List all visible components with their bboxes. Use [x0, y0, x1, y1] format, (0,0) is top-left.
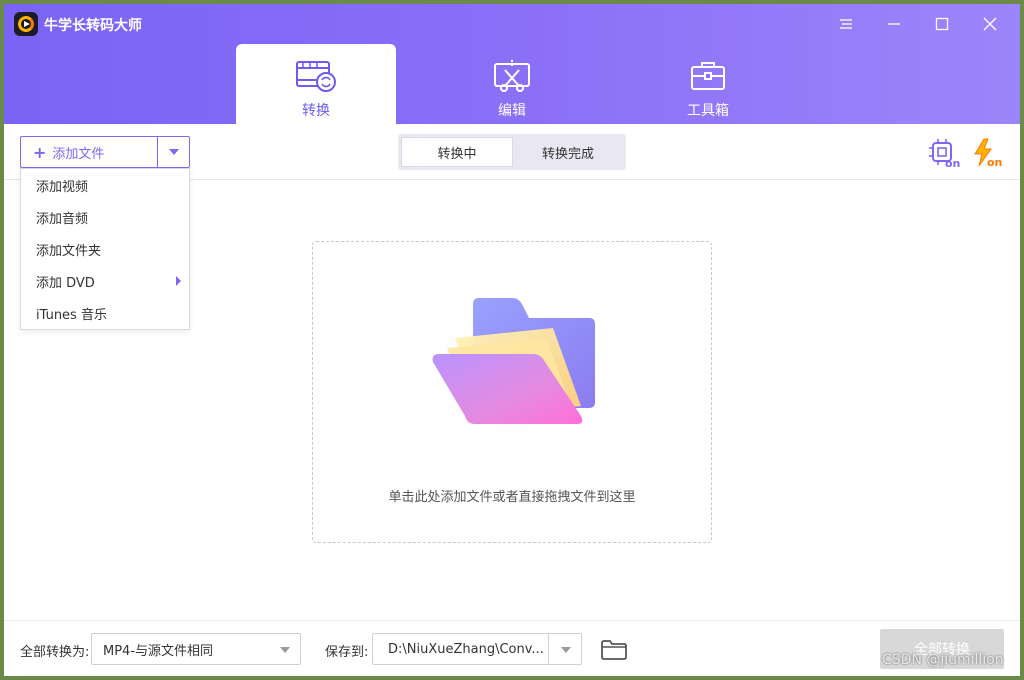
tab-edit[interactable]: 编辑 — [432, 44, 592, 124]
add-file-label: 添加文件 — [52, 146, 105, 162]
toolbox-icon — [687, 58, 729, 94]
status-segment: 转换中 转换完成 — [398, 134, 626, 170]
tab-convert-label: 转换 — [302, 103, 330, 119]
menu-button[interactable] — [828, 10, 864, 38]
add-file-split-button: + 添加文件 — [20, 136, 190, 168]
drop-zone-hint: 单击此处添加文件或者直接拖拽文件到这里 — [388, 490, 636, 505]
menu-item-label: 添加 DVD — [36, 275, 95, 291]
convert-to-label: 全部转换为: — [20, 645, 90, 660]
menu-item-add-folder[interactable]: 添加文件夹 — [21, 233, 189, 265]
add-file-menu: 添加视频 添加音频 添加文件夹 添加 DVD iTunes 音乐 — [20, 168, 190, 330]
folder-icon — [601, 640, 627, 660]
watermark: CSDN @jiumillion — [882, 652, 1004, 668]
titlebar: 牛学长转码大师 — [4, 4, 1020, 44]
add-file-dropdown-toggle[interactable] — [157, 137, 189, 167]
save-path-select[interactable]: D:\NiuXueZhang\Conv... — [372, 633, 582, 665]
menu-item-label: 添加音频 — [36, 211, 89, 227]
save-to-label: 保存到: — [325, 645, 369, 660]
header: 牛学长转码大师 转换 编辑 工具箱 — [4, 4, 1020, 124]
lightning-on-icon[interactable]: on — [972, 138, 1004, 169]
chevron-right-icon — [176, 276, 181, 286]
output-format-select[interactable]: MP4-与源文件相同 — [91, 633, 301, 665]
add-file-button[interactable]: + 添加文件 — [21, 137, 157, 167]
menu-item-label: iTunes 音乐 — [36, 307, 107, 323]
open-folder-button[interactable] — [600, 639, 628, 661]
menu-item-itunes-music[interactable]: iTunes 音乐 — [21, 297, 189, 329]
plus-icon: + — [33, 142, 47, 162]
chevron-down-icon — [561, 647, 571, 653]
svg-text:on: on — [987, 156, 1002, 168]
bottom-bar: 全部转换为: MP4-与源文件相同 保存到: D:\NiuXueZhang\Co… — [4, 620, 1020, 676]
close-icon — [983, 17, 997, 31]
edit-cut-icon — [491, 58, 533, 94]
chevron-down-icon — [280, 647, 290, 653]
gpu-on-icon[interactable]: on — [928, 138, 960, 170]
save-path-value: D:\NiuXueZhang\Conv... — [388, 641, 544, 657]
svg-text:on: on — [945, 157, 960, 168]
app-title: 牛学长转码大师 — [44, 18, 142, 34]
tab-toolbox[interactable]: 工具箱 — [628, 44, 788, 124]
app-window: 牛学长转码大师 转换 编辑 工具箱 + 添加文件 转换中 转换完成 on on … — [4, 4, 1020, 676]
menu-item-label: 添加文件夹 — [36, 243, 102, 259]
segment-converting[interactable]: 转换中 — [401, 137, 513, 167]
tab-convert[interactable]: 转换 — [236, 44, 396, 124]
close-button[interactable] — [972, 10, 1008, 38]
menu-item-add-video[interactable]: 添加视频 — [21, 169, 189, 201]
select-divider — [548, 634, 549, 664]
output-format-value: MP4-与源文件相同 — [103, 643, 214, 659]
menu-item-add-dvd[interactable]: 添加 DVD — [21, 265, 189, 297]
menu-icon — [840, 19, 852, 29]
chevron-down-icon — [168, 149, 179, 155]
maximize-button[interactable] — [924, 10, 960, 38]
tab-toolbox-label: 工具箱 — [687, 103, 729, 119]
segment-completed[interactable]: 转换完成 — [513, 137, 623, 167]
minimize-icon — [888, 23, 900, 25]
menu-item-add-audio[interactable]: 添加音频 — [21, 201, 189, 233]
maximize-icon — [935, 17, 949, 31]
minimize-button[interactable] — [876, 10, 912, 38]
film-convert-icon — [295, 58, 337, 94]
app-logo-icon — [14, 12, 38, 36]
file-drop-zone[interactable]: 单击此处添加文件或者直接拖拽文件到这里 — [312, 241, 712, 543]
menu-item-label: 添加视频 — [36, 179, 89, 195]
folder-illustration-icon — [413, 282, 613, 442]
tab-edit-label: 编辑 — [498, 103, 526, 119]
